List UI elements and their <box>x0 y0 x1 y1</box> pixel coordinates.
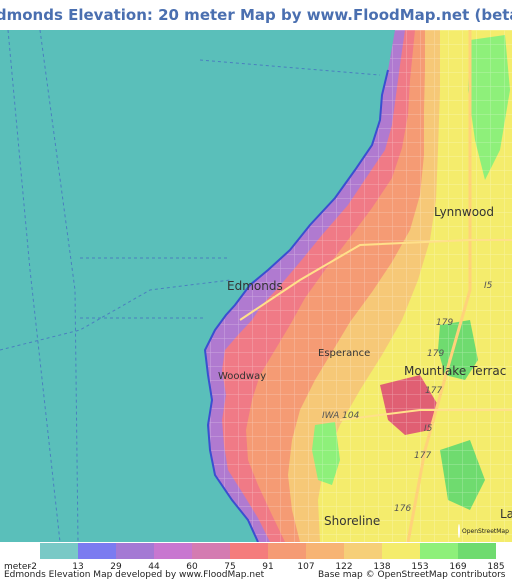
legend-swatches <box>40 543 496 559</box>
road-label-179-b: 179 <box>427 349 445 359</box>
road-label-179: 179 <box>436 318 454 328</box>
road-label-177-b: 177 <box>414 451 432 461</box>
osm-badge: OpenStreetMap <box>458 522 509 540</box>
road-label-176: 176 <box>394 504 412 514</box>
legend-swatch-7 <box>306 543 344 559</box>
place-edmonds: Edmonds <box>227 279 283 293</box>
road-label-104: IWA 104 <box>322 411 360 421</box>
osm-logo-icon <box>458 524 460 538</box>
legend-swatch-6 <box>268 543 306 559</box>
map-title: Edmonds Elevation: 20 meter Map by www.F… <box>0 6 512 24</box>
place-woodway: Woodway <box>218 371 267 382</box>
legend-swatch-0 <box>40 543 78 559</box>
legend-swatch-10 <box>420 543 458 559</box>
place-mountlake-terrace: Mountlake Terrac <box>404 364 507 378</box>
place-lynnwood: Lynnwood <box>434 205 495 219</box>
legend-swatch-5 <box>230 543 268 559</box>
place-lake-edge: La <box>500 507 512 521</box>
credit-right[interactable]: Base map © OpenStreetMap contributors <box>318 570 505 580</box>
legend-swatch-2 <box>116 543 154 559</box>
road-label-177: 177 <box>425 386 443 396</box>
legend-swatch-9 <box>382 543 420 559</box>
legend-tick-7: 107 <box>297 562 315 572</box>
road-label-i5-north: I5 <box>484 281 493 291</box>
legend-swatch-4 <box>192 543 230 559</box>
legend-swatch-1 <box>78 543 116 559</box>
legend-swatch-8 <box>344 543 382 559</box>
credit-left[interactable]: Edmonds Elevation Map developed by www.F… <box>4 570 264 580</box>
legend-swatch-3 <box>154 543 192 559</box>
elevation-legend: meter -2 13 29 44 60 75 91 107 122 138 153 169 185 E… <box>0 542 512 582</box>
place-esperance: Esperance <box>318 348 371 359</box>
place-shoreline: Shoreline <box>324 514 381 528</box>
title-bar: Edmonds Elevation: 20 meter Map by www.F… <box>0 0 512 30</box>
osm-badge-label: OpenStreetMap <box>462 527 509 535</box>
road-label-i5-south: I5 <box>424 424 433 434</box>
legend-swatch-11 <box>458 543 496 559</box>
